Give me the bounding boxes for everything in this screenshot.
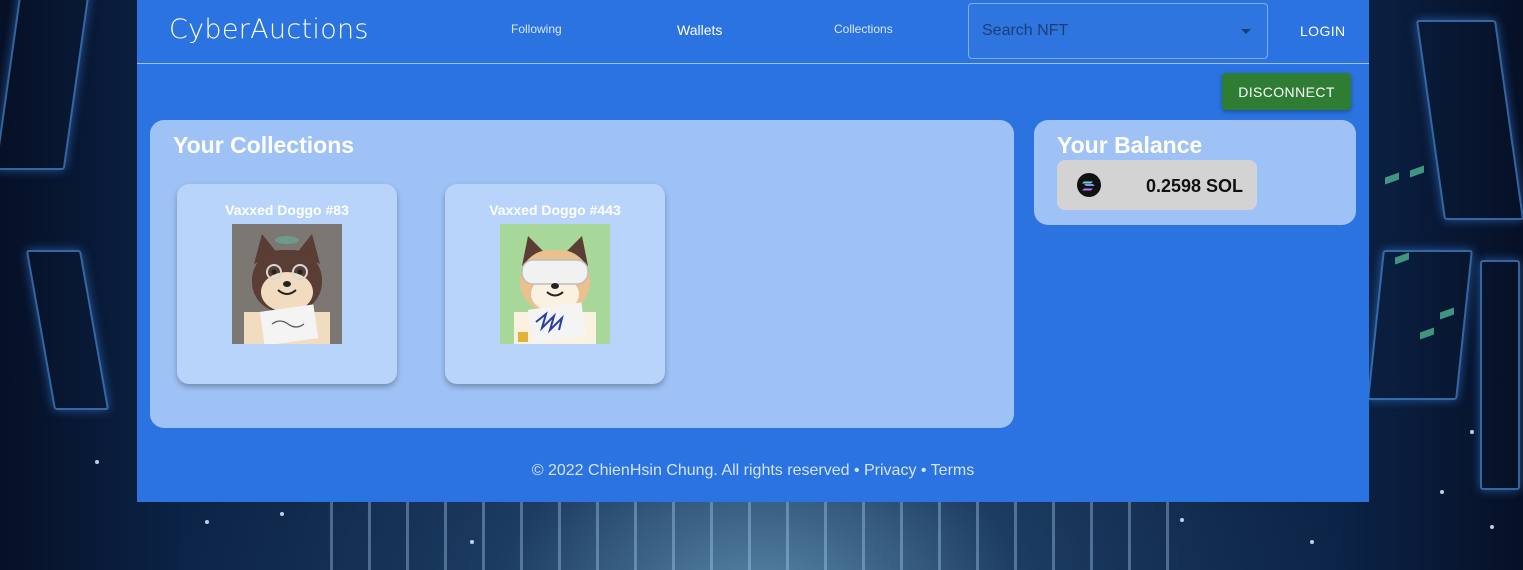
brand-logo[interactable]: CyberAuctions [169,14,369,45]
disconnect-button[interactable]: DISCONNECT [1222,73,1351,110]
search-box[interactable] [968,3,1268,59]
balance-panel: Your Balance 0.2598 SOL [1034,120,1356,225]
terms-link[interactable]: Terms [931,462,975,479]
nft-card-title: Vaxxed Doggo #443 [489,202,621,218]
dropdown-caret-icon[interactable] [1241,29,1251,34]
collections-title: Your Collections [173,132,355,158]
top-nav: CyberAuctions Following Wallets Collecti… [137,0,1369,64]
shiba-doggo-green-bg-icon [500,224,610,344]
nav-link-following[interactable]: Following [511,22,562,36]
app-window: CyberAuctions Following Wallets Collecti… [137,0,1369,502]
nft-card[interactable]: Vaxxed Doggo #83 [177,184,397,384]
nft-card-title: Vaxxed Doggo #83 [225,202,349,218]
footer-copyright: © 2022 ChienHsin Chung. All rights reser… [531,462,850,479]
balance-title: Your Balance [1057,132,1203,158]
solana-icon [1077,173,1101,197]
search-input[interactable] [969,4,1267,58]
nft-card[interactable]: Vaxxed Doggo #443 [445,184,665,384]
login-button[interactable]: LOGIN [1300,23,1346,39]
footer-separator: • [920,462,927,479]
balance-value: 0.2598 SOL [1145,176,1243,196]
nav-link-collections[interactable]: Collections [834,22,893,36]
privacy-link[interactable]: Privacy [864,462,916,479]
nav-link-wallets[interactable]: Wallets [677,22,722,38]
footer: © 2022 ChienHsin Chung. All rights reser… [137,462,1369,480]
collections-panel: Your Collections Vaxxed Doggo #83 Vaxxed… [150,120,1014,428]
shiba-doggo-brown-bg-icon [232,224,342,344]
footer-separator: • [853,462,860,479]
balance-box: 0.2598 SOL [1057,160,1257,210]
